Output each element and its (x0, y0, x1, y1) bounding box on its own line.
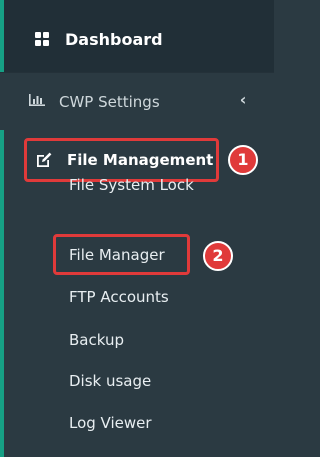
submenu-item-file-system-lock[interactable]: File System Lock (69, 175, 194, 195)
sidebar-item-file-management[interactable]: File Management (67, 150, 213, 170)
sidebar-item-cwp-settings[interactable]: CWP Settings ‹ (0, 72, 274, 131)
submenu-item-ftp-accounts[interactable]: FTP Accounts (69, 287, 169, 307)
step-badge-2: 2 (203, 241, 233, 271)
bar-chart-icon (29, 94, 45, 106)
submenu-item-backup[interactable]: Backup (69, 330, 124, 350)
chevron-left-icon[interactable]: ‹ (236, 90, 250, 110)
active-accent-bar (0, 130, 4, 457)
submenu-item-disk-usage[interactable]: Disk usage (69, 371, 151, 391)
sidebar-item-label: Dashboard (65, 30, 163, 49)
dashboard-grid-icon (35, 32, 49, 46)
active-accent-bar (0, 0, 4, 72)
sidebar: Dashboard CWP Settings ‹ File Management… (0, 0, 274, 457)
step-badge-1: 1 (228, 145, 258, 175)
sidebar-item-dashboard[interactable]: Dashboard (0, 0, 274, 72)
edit-icon (37, 152, 52, 167)
submenu-item-log-viewer[interactable]: Log Viewer (69, 413, 152, 433)
sidebar-item-label: CWP Settings (59, 93, 160, 111)
submenu-item-file-manager[interactable]: File Manager (69, 245, 165, 265)
